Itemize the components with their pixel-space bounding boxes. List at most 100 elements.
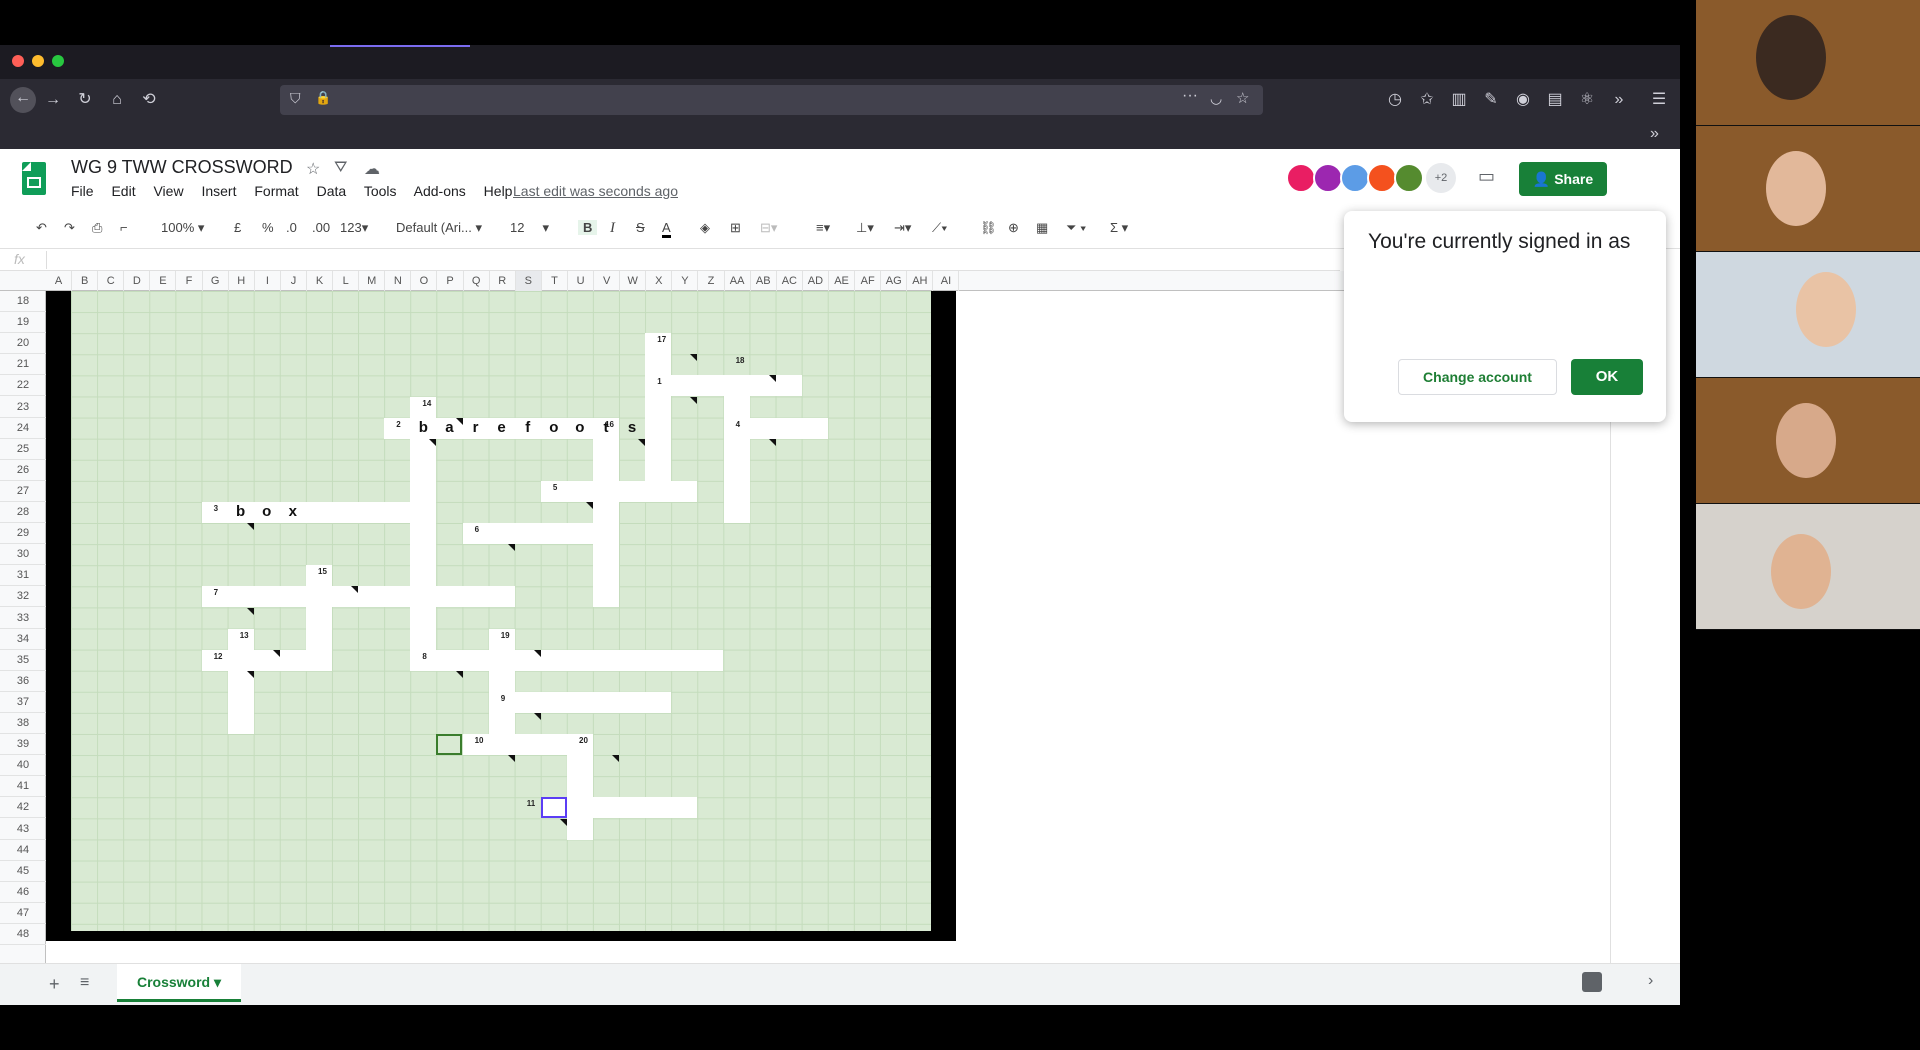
font-size-select[interactable]: 12 ▾ (510, 220, 560, 236)
row-header[interactable]: 31 (0, 565, 46, 587)
menu-data[interactable]: Data (317, 183, 347, 199)
column-header[interactable]: Y (672, 271, 699, 291)
row-header[interactable]: 39 (0, 734, 46, 756)
answer-cells[interactable] (410, 396, 437, 671)
menu-help[interactable]: Help (484, 183, 513, 199)
comment-marker-icon[interactable] (768, 375, 776, 383)
column-header[interactable]: H (229, 271, 255, 291)
star-icon[interactable]: ☆ (1236, 89, 1249, 107)
answer-cells[interactable] (488, 628, 515, 735)
insert-chart-icon[interactable]: ▦ (1036, 220, 1048, 236)
column-header[interactable]: A (46, 271, 73, 291)
menu-file[interactable]: File (71, 183, 94, 199)
comment-marker-icon[interactable] (533, 713, 541, 720)
row-header[interactable]: 26 (0, 460, 46, 481)
comment-marker-icon[interactable] (559, 818, 567, 826)
avatar[interactable] (1313, 163, 1343, 193)
row-header[interactable]: 42 (0, 797, 46, 819)
menu-view[interactable]: View (153, 183, 183, 199)
rotate-icon[interactable]: ⟋▾ (932, 220, 947, 236)
more-formats-select[interactable]: 123▾ (340, 220, 368, 236)
redo-icon[interactable]: ↷ (64, 220, 75, 236)
insert-comment-icon[interactable]: ⊕ (1008, 220, 1019, 236)
last-edit-link[interactable]: Last edit was seconds ago (513, 183, 678, 199)
borders-icon[interactable]: ⊞ (730, 220, 741, 236)
row-header[interactable]: 47 (0, 903, 46, 924)
column-header[interactable]: P (438, 271, 464, 291)
comment-marker-icon[interactable] (246, 523, 254, 531)
answer-cells[interactable] (540, 480, 698, 502)
merge-cells-icon[interactable]: ⊟▾ (760, 220, 777, 236)
url-bar[interactable]: ⛉ 🔒 ··· ◡ ☆ (280, 85, 1263, 115)
pocket-icon[interactable]: ◡ (1210, 90, 1222, 107)
file-icon[interactable]: ▤ (1544, 89, 1566, 111)
menu-insert[interactable]: Insert (201, 183, 236, 199)
row-header[interactable]: 20 (0, 333, 46, 355)
column-header[interactable]: O (411, 271, 438, 291)
filter-icon[interactable]: ⏷ ▾ (1066, 220, 1086, 236)
row-header[interactable]: 35 (0, 650, 46, 671)
column-header[interactable]: AE (829, 271, 856, 291)
answer-cells[interactable] (227, 628, 254, 735)
row-header[interactable]: 44 (0, 840, 46, 861)
comment-marker-icon[interactable] (690, 354, 698, 362)
comment-marker-icon[interactable] (533, 649, 541, 657)
hamburger-menu-icon[interactable]: ☰ (1648, 89, 1670, 111)
zoom-window-button[interactable] (52, 55, 64, 67)
sidebar-icon[interactable]: ▥ (1448, 89, 1470, 111)
row-header[interactable]: 27 (0, 481, 46, 502)
row-header[interactable]: 32 (0, 586, 46, 608)
font-select[interactable]: Default (Ari... ▾ (396, 220, 482, 236)
print-icon[interactable]: ⎙ (92, 220, 102, 236)
row-header[interactable]: 37 (0, 692, 46, 713)
row-header[interactable]: 28 (0, 502, 46, 524)
row-header[interactable]: 30 (0, 544, 46, 566)
comment-marker-icon[interactable] (272, 649, 280, 657)
column-header[interactable]: C (98, 271, 125, 291)
side-panel-toggle-icon[interactable]: › (1648, 972, 1653, 990)
ok-button[interactable]: OK (1571, 359, 1643, 395)
currency-button[interactable]: £ (234, 220, 241, 235)
answer-cells[interactable] (305, 565, 332, 671)
column-header[interactable]: U (568, 271, 595, 291)
column-header[interactable]: G (203, 271, 229, 291)
comment-marker-icon[interactable] (638, 438, 646, 446)
answer-cells[interactable] (723, 375, 750, 524)
column-header[interactable]: X (646, 271, 673, 291)
minimize-window-button[interactable] (32, 55, 44, 67)
more-collaborators-badge[interactable]: +2 (1426, 163, 1456, 193)
comment-marker-icon[interactable] (507, 755, 515, 763)
menu-format[interactable]: Format (254, 183, 298, 199)
row-header[interactable]: 23 (0, 397, 46, 418)
column-header[interactable]: AF (855, 271, 882, 291)
column-header[interactable]: AB (751, 271, 777, 291)
comment-history-icon[interactable]: ▭ (1478, 166, 1495, 187)
row-header[interactable]: 19 (0, 312, 46, 334)
column-header[interactable]: M (359, 271, 386, 291)
valign-icon[interactable]: ⊥▾ (856, 220, 874, 236)
avatar[interactable] (1286, 163, 1316, 193)
column-header[interactable]: L (333, 271, 360, 291)
column-header[interactable]: AH (907, 271, 934, 291)
bookmarks-overflow-icon[interactable]: » (1650, 125, 1659, 143)
menu-edit[interactable]: Edit (111, 183, 135, 199)
cloud-status-icon[interactable]: ☁ (364, 159, 380, 179)
row-header[interactable]: 41 (0, 776, 46, 798)
percent-button[interactable]: % (262, 220, 274, 235)
comment-marker-icon[interactable] (690, 396, 698, 404)
avatar[interactable] (1394, 163, 1424, 193)
answer-cells[interactable] (645, 333, 672, 481)
row-header[interactable]: 22 (0, 375, 46, 397)
column-header[interactable]: R (490, 271, 516, 291)
row-header[interactable]: 21 (0, 354, 46, 376)
column-header[interactable]: W (620, 271, 647, 291)
column-header[interactable]: AC (777, 271, 803, 291)
tools-icon[interactable]: ✎ (1480, 89, 1502, 111)
column-header[interactable]: J (281, 271, 307, 291)
column-header[interactable]: AI (933, 271, 960, 291)
italic-button[interactable]: I (610, 220, 615, 237)
forward-icon[interactable]: → (42, 89, 64, 111)
comment-marker-icon[interactable] (429, 438, 437, 446)
comment-marker-icon[interactable] (612, 755, 620, 763)
share-button[interactable]: 👤 Share (1519, 162, 1607, 196)
